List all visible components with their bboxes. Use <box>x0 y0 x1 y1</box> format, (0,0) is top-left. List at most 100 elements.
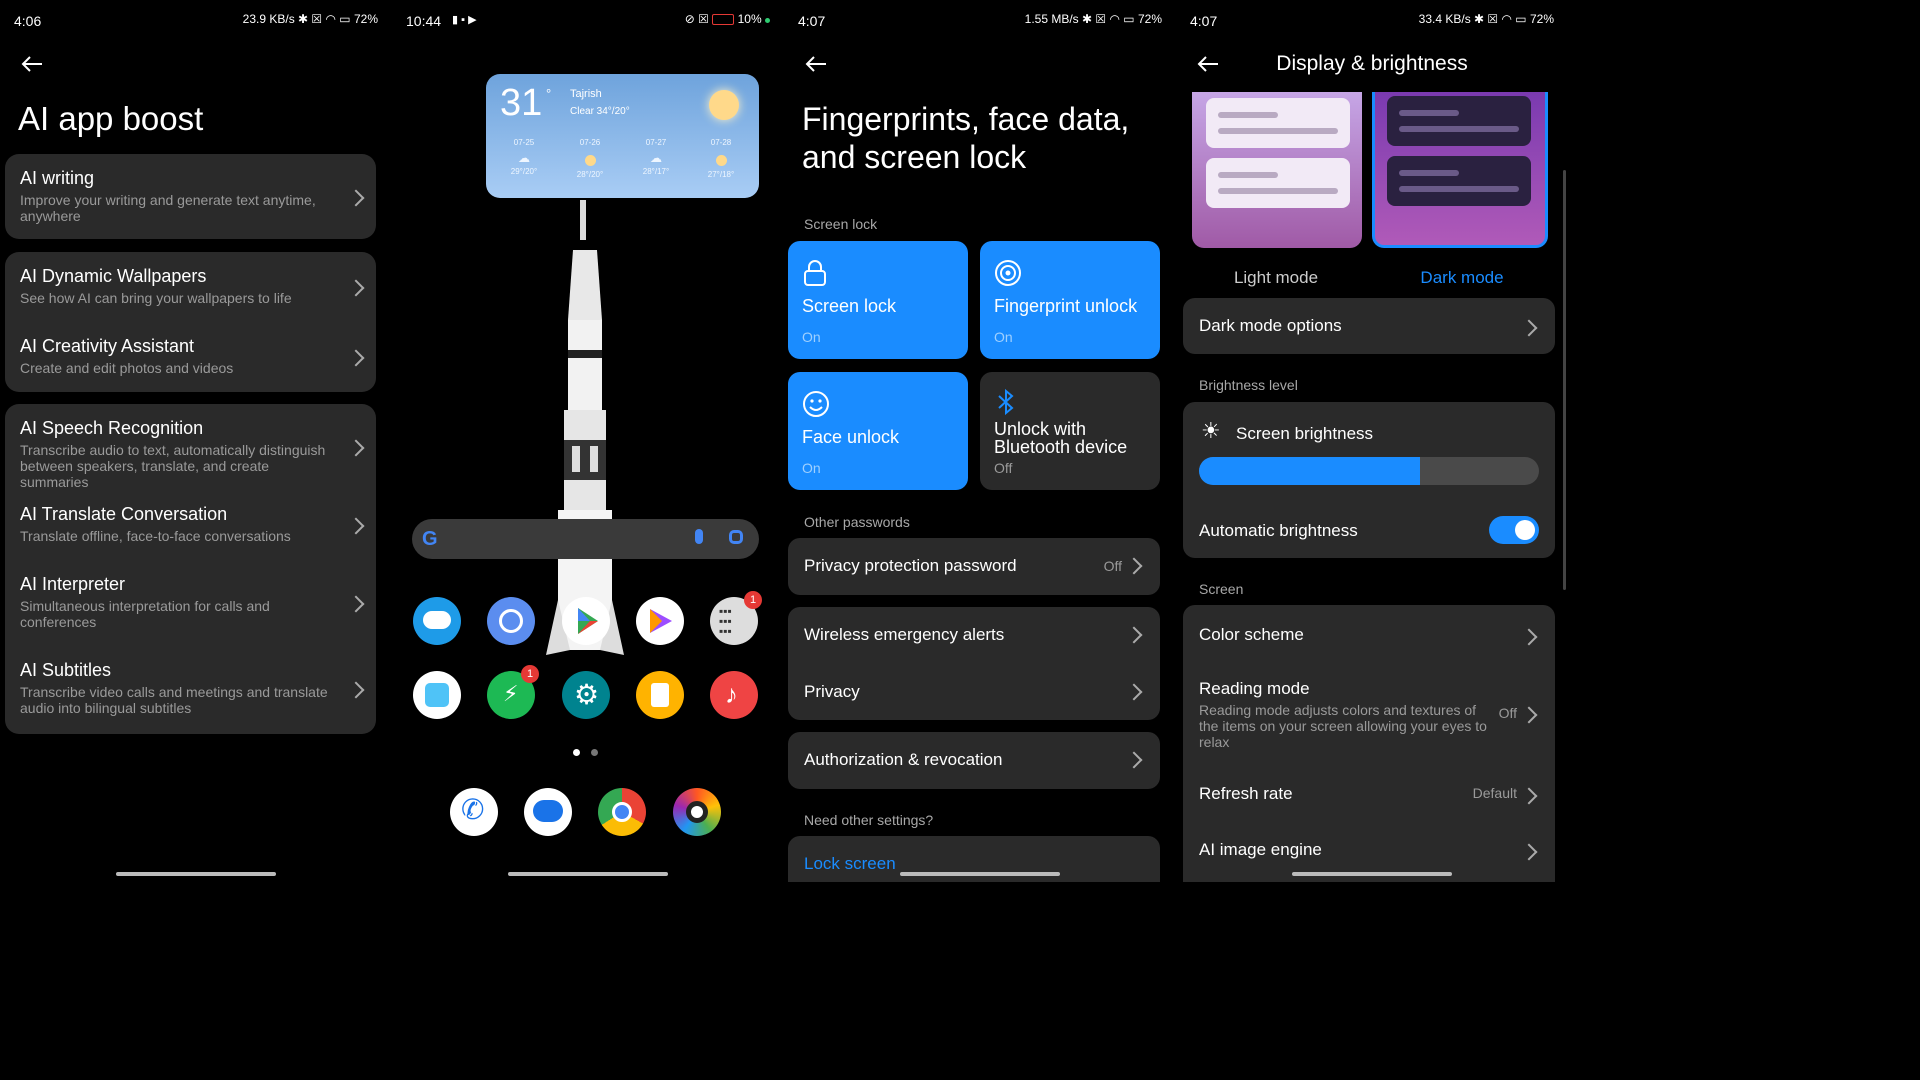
ai-interpreter-item[interactable]: AI Interpreter Simultaneous interpretati… <box>5 560 376 646</box>
home-indicator[interactable] <box>116 872 276 876</box>
section-brightness-level: Brightness level <box>1199 377 1298 393</box>
status-icons: 23.9 KB/s ✱ ☒ ◠ ▭ 72% <box>242 12 378 26</box>
reading-mode-row[interactable]: Reading mode Reading mode adjusts colors… <box>1199 679 1539 750</box>
status-time: 4:06 <box>14 13 42 29</box>
tools-folder-icon[interactable]: ▪▪▪ ▪▪▪ ▪▪▪ 1 <box>710 591 762 645</box>
ai-creativity-assistant-item[interactable]: AI Creativity Assistant Create and edit … <box>5 322 376 392</box>
scrollbar[interactable] <box>1563 170 1566 590</box>
ai-subtitles-item[interactable]: AI Subtitles Transcribe video calls and … <box>5 646 376 732</box>
cloud-rain-icon: ☁ <box>650 151 662 165</box>
gallery-app-icon[interactable] <box>413 671 461 719</box>
tile-title-line: Bluetooth device <box>994 437 1128 457</box>
forecast-range: 27°/18° <box>707 170 735 179</box>
item-subtitle: Transcribe audio to text, automatically … <box>20 442 326 490</box>
back-arrow-icon[interactable] <box>18 50 46 78</box>
chevron-right-icon <box>347 279 365 297</box>
preview-card <box>1206 98 1350 148</box>
item-subtitle: Translate offline, face-to-face conversa… <box>20 528 291 544</box>
wireless-emergency-alerts-row[interactable]: Wireless emergency alerts <box>804 607 1144 663</box>
compass-app-icon[interactable] <box>487 597 535 645</box>
page-title: AI app boost <box>18 100 204 137</box>
page-title-line: and screen lock <box>802 139 1027 175</box>
tile-state: On <box>802 460 821 476</box>
face-unlock-tile[interactable]: Face unlock On <box>788 372 968 490</box>
play-store-icon[interactable] <box>562 597 610 645</box>
chrome-icon[interactable] <box>598 788 646 836</box>
dark-mode-preview[interactable] <box>1372 92 1548 248</box>
google-lens-icon[interactable] <box>729 530 743 544</box>
weather-app-icon[interactable] <box>413 597 461 645</box>
messages-icon[interactable] <box>524 788 572 836</box>
row-value: Off <box>1103 558 1122 574</box>
settings-gear-icon[interactable]: ⚙ <box>562 671 610 719</box>
forecast-day: 07-27 ☁ 28°/17° <box>626 138 686 176</box>
music-note-icon[interactable]: ♪ <box>710 671 758 719</box>
sun-icon <box>709 90 739 120</box>
chevron-right-icon <box>347 517 365 535</box>
light-mode-label[interactable]: Light mode <box>1186 268 1366 288</box>
bluetooth-unlock-tile[interactable]: Unlock with Bluetooth device Off <box>980 372 1160 490</box>
row-label: AI image engine <box>1199 840 1322 859</box>
ai-app-boost-screen: 4:06 23.9 KB/s ✱ ☒ ◠ ▭ 72% AI app boost … <box>0 0 392 882</box>
fingerprint-unlock-tile[interactable]: Fingerprint unlock On <box>980 241 1160 359</box>
light-mode-preview[interactable] <box>1192 92 1362 248</box>
chevron-right-icon <box>1520 843 1538 861</box>
chevron-right-icon <box>1125 751 1143 769</box>
brightness-card: ☀ Screen brightness Automatic brightness <box>1183 402 1555 558</box>
ai-dynamic-wallpapers-item[interactable]: AI Dynamic Wallpapers See how AI can bri… <box>5 252 376 322</box>
preview-card <box>1387 156 1531 206</box>
back-arrow-icon[interactable] <box>802 50 830 78</box>
privacy-protection-password-row[interactable]: Privacy protection password Off <box>804 538 1144 594</box>
status-time: 10:44 <box>406 13 442 29</box>
weather-condition: Clear 34°/20° <box>570 106 630 117</box>
forecast-range: 28°/20° <box>576 170 604 179</box>
ai-speech-recognition-item[interactable]: AI Speech Recognition Transcribe audio t… <box>5 404 376 490</box>
security-app-icon[interactable]: ⚡ 1 <box>487 665 539 719</box>
ai-writing-item[interactable]: AI writing Improve your writing and gene… <box>5 154 376 224</box>
status-icons: 33.4 KB/s ✱ ☒ ◠ ▭ 72% <box>1418 12 1554 26</box>
dark-mode-options-row[interactable]: Dark mode options <box>1199 316 1539 337</box>
refresh-rate-row[interactable]: Refresh rate Default <box>1199 784 1539 805</box>
page-title: Display & brightness <box>1276 52 1468 75</box>
status-icons: ⊘ ☒ 10% <box>685 12 770 26</box>
notification-badge: 1 <box>521 665 539 683</box>
phone-icon[interactable]: ✆ <box>450 788 498 836</box>
ai-image-engine-row[interactable]: AI image engine <box>1199 840 1539 861</box>
item-subtitle: Transcribe video calls and meetings and … <box>20 684 328 716</box>
microphone-icon[interactable] <box>695 529 703 544</box>
battery-icon <box>712 14 735 26</box>
cleaner-trash-icon[interactable] <box>636 671 684 719</box>
tile-title: Screen lock <box>802 296 897 316</box>
tile-title: Face unlock <box>802 427 900 447</box>
home-indicator[interactable] <box>508 872 668 876</box>
privacy-row[interactable]: Privacy <box>804 664 1144 720</box>
notification-icons: ▮ ▪ ▶ <box>452 14 477 26</box>
screen-lock-tile[interactable]: Screen lock On <box>788 241 968 359</box>
forecast-day: 07-28 27°/18° <box>691 138 751 179</box>
status-bar: 4:07 33.4 KB/s ✱ ☒ ◠ ▭ 72% <box>1190 10 1554 32</box>
authorization-revocation-row[interactable]: Authorization & revocation <box>804 732 1144 788</box>
section-screen-lock: Screen lock <box>804 216 878 232</box>
brightness-slider[interactable] <box>1199 457 1539 485</box>
home-indicator[interactable] <box>900 872 1060 876</box>
ai-translate-conversation-item[interactable]: AI Translate Conversation Translate offl… <box>5 490 376 560</box>
home-indicator[interactable] <box>1292 872 1452 876</box>
chevron-right-icon <box>1125 557 1143 575</box>
color-scheme-row[interactable]: Color scheme <box>1199 625 1539 646</box>
item-title: AI Speech Recognition <box>20 418 204 438</box>
weather-widget[interactable]: 31 ° Tajrish Clear 34°/20° 07-25 ☁ 29°/2… <box>486 74 759 198</box>
dark-mode-label[interactable]: Dark mode <box>1372 268 1552 288</box>
google-search-bar[interactable]: G <box>412 519 759 559</box>
forecast-day: 07-26 28°/20° <box>560 138 620 179</box>
camera-icon[interactable] <box>673 788 721 836</box>
play-games-icon[interactable] <box>636 597 684 645</box>
chevron-right-icon <box>1520 319 1538 337</box>
bluetooth-icon <box>998 388 1014 416</box>
row-label: Refresh rate <box>1199 784 1293 803</box>
chevron-right-icon <box>347 595 365 613</box>
automatic-brightness-toggle[interactable] <box>1489 516 1539 544</box>
forecast-date: 07-28 <box>710 138 732 147</box>
page-indicator <box>591 749 598 756</box>
forecast-range: 28°/17° <box>642 167 670 176</box>
dark-mode-options-card: Dark mode options <box>1183 298 1555 354</box>
